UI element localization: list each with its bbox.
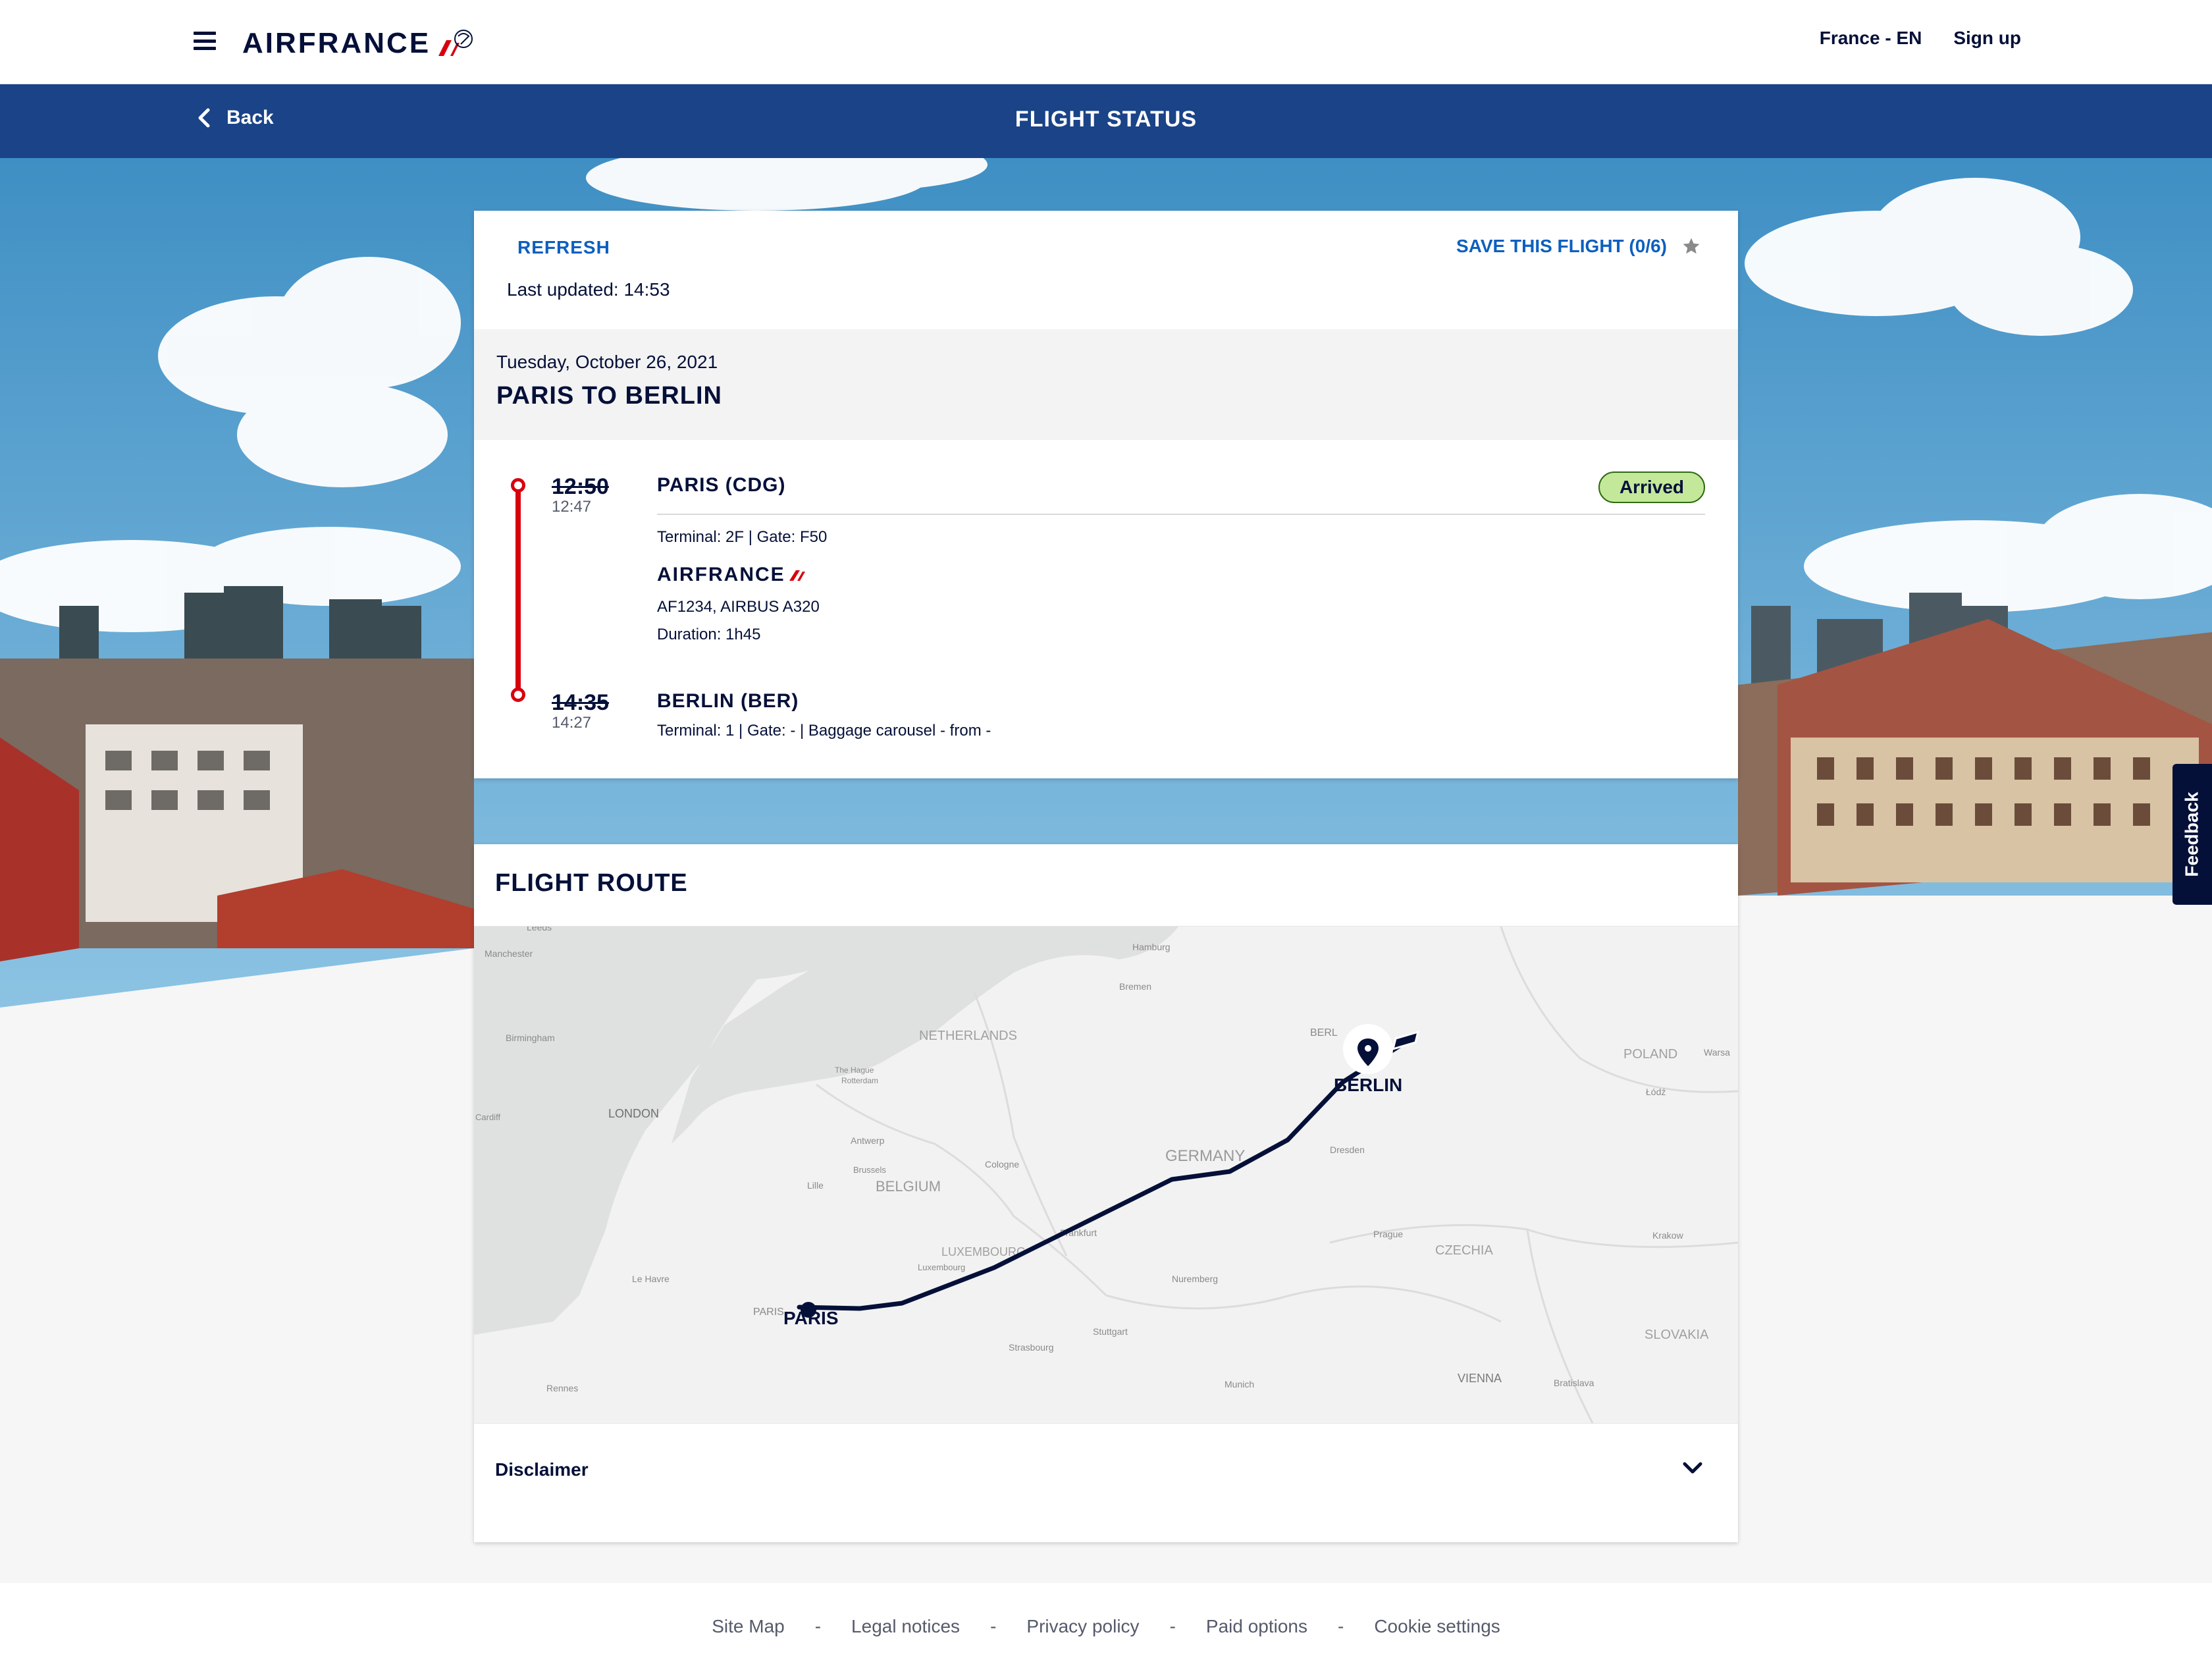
last-updated-text: Last updated: 14:53 bbox=[507, 279, 670, 300]
departure-dot bbox=[511, 478, 525, 493]
map-label: Strasbourg bbox=[1009, 1342, 1053, 1353]
map-label: VIENNA bbox=[1458, 1372, 1502, 1385]
map-label: Cologne bbox=[985, 1159, 1019, 1170]
origin-label: PARIS bbox=[783, 1308, 839, 1328]
flight-date-band: Tuesday, October 26, 2021 PARIS TO BERLI… bbox=[474, 329, 1738, 440]
logo-seahorse-icon bbox=[434, 27, 474, 60]
map-label: Hamburg bbox=[1132, 942, 1171, 952]
star-icon bbox=[1683, 238, 1700, 254]
save-flight-label: SAVE THIS FLIGHT (0/6) bbox=[1456, 236, 1667, 256]
flight-timeline bbox=[507, 478, 528, 702]
chevron-down-icon[interactable] bbox=[1681, 1457, 1704, 1479]
map-label: Warsa bbox=[1704, 1047, 1730, 1058]
airline-stripe-icon bbox=[789, 570, 805, 581]
map-label: PARIS bbox=[753, 1306, 784, 1318]
map-label: Prague bbox=[1373, 1229, 1403, 1239]
refresh-button[interactable]: REFRESH bbox=[517, 237, 610, 258]
map-label: Rotterdam bbox=[841, 1076, 878, 1085]
arrival-actual-time: 14:27 bbox=[552, 714, 592, 732]
map-label: LONDON bbox=[608, 1107, 659, 1120]
route-title: PARIS TO BERLIN bbox=[496, 382, 722, 410]
status-badge: Arrived bbox=[1598, 471, 1705, 503]
airline-logo: AIRFRANCE bbox=[657, 564, 808, 586]
timeline-line bbox=[515, 489, 521, 694]
footer-separator: - bbox=[1169, 1616, 1176, 1636]
disclaimer-toggle[interactable]: Disclaimer bbox=[495, 1459, 589, 1480]
arrival-scheduled-time: 14:35 bbox=[552, 690, 609, 715]
map-label: GERMANY bbox=[1165, 1147, 1245, 1165]
map-label: NETHERLANDS bbox=[919, 1029, 1017, 1043]
footer-link-site-map[interactable]: Site Map bbox=[712, 1616, 785, 1637]
map-label: Leeds bbox=[527, 927, 552, 932]
footer-link-cookie-settings[interactable]: Cookie settings bbox=[1374, 1616, 1500, 1637]
map-label: POLAND bbox=[1623, 1047, 1677, 1062]
page-title: FLIGHT STATUS bbox=[1014, 107, 1198, 132]
footer-separator: - bbox=[990, 1616, 997, 1636]
feedback-tab[interactable]: Feedback bbox=[2172, 764, 2212, 905]
map-label: Cardiff bbox=[475, 1112, 500, 1122]
map-label: Brussels bbox=[853, 1165, 886, 1175]
flight-route-title: FLIGHT ROUTE bbox=[495, 869, 688, 897]
map-label: Munich bbox=[1224, 1379, 1254, 1389]
airfrance-logo[interactable]: AIRFRANCE bbox=[242, 24, 474, 63]
menu-icon[interactable] bbox=[194, 32, 216, 50]
flight-status-card: REFRESH Last updated: 14:53 SAVE THIS FL… bbox=[474, 211, 1738, 778]
departure-terminal: Terminal: 2F | Gate: F50 bbox=[657, 528, 828, 546]
map-label: CZECHIA bbox=[1435, 1243, 1493, 1258]
flight-number: AF1234, AIRBUS A320 bbox=[657, 598, 820, 616]
map-label: Antwerp bbox=[851, 1135, 885, 1146]
flight-date: Tuesday, October 26, 2021 bbox=[496, 352, 718, 372]
footer-link-privacy-policy[interactable]: Privacy policy bbox=[1026, 1616, 1139, 1637]
map-label: Birmingham bbox=[506, 1033, 555, 1043]
locale-selector[interactable]: France - EN bbox=[1820, 28, 1922, 49]
page-title-bar: Back FLIGHT STATUS bbox=[0, 84, 2212, 158]
map-label: Stuttgart bbox=[1093, 1326, 1128, 1337]
footer-link-legal-notices[interactable]: Legal notices bbox=[851, 1616, 960, 1637]
map-label: Le Havre bbox=[632, 1274, 670, 1284]
arrival-terminal: Terminal: 1 | Gate: - | Baggage carousel… bbox=[657, 722, 991, 740]
signup-link[interactable]: Sign up bbox=[1953, 28, 2021, 49]
departure-city: PARIS (CDG) bbox=[657, 474, 786, 496]
map-label: Bratislava bbox=[1554, 1378, 1594, 1388]
map-label: Lille bbox=[807, 1180, 824, 1191]
flight-route-card: FLIGHT ROUTE Leeds Manchester Hamburg Br… bbox=[474, 844, 1738, 1542]
departure-scheduled-time: 12:50 bbox=[552, 474, 609, 499]
map-label: Krakow bbox=[1652, 1230, 1684, 1241]
flight-duration: Duration: 1h45 bbox=[657, 626, 761, 643]
map-label: Rennes bbox=[546, 1383, 578, 1393]
destination-label: BERLIN bbox=[1334, 1075, 1402, 1095]
top-header: AIRFRANCE France - EN Sign up bbox=[0, 0, 2212, 84]
airline-logo-text: AIRFRANCE bbox=[657, 564, 785, 585]
map-label: Dresden bbox=[1330, 1145, 1365, 1155]
map-label: Manchester bbox=[485, 948, 533, 959]
divider bbox=[657, 514, 1705, 515]
arrival-city: BERLIN (BER) bbox=[657, 690, 799, 712]
map-label: Łódź bbox=[1646, 1087, 1666, 1097]
map-label: BELGIUM bbox=[876, 1178, 941, 1195]
feedback-label: Feedback bbox=[2182, 792, 2203, 877]
route-map[interactable]: Leeds Manchester Hamburg Bremen Birmingh… bbox=[474, 926, 1738, 1424]
map-label: Bremen bbox=[1119, 981, 1151, 992]
footer-separator: - bbox=[1338, 1616, 1344, 1636]
footer-separator: - bbox=[814, 1616, 822, 1636]
arrival-dot bbox=[511, 687, 525, 702]
footer-link-paid-options[interactable]: Paid options bbox=[1206, 1616, 1307, 1637]
map-label: SLOVAKIA bbox=[1645, 1328, 1709, 1342]
map-label: Nuremberg bbox=[1172, 1274, 1218, 1284]
map-label: Luxembourg bbox=[918, 1262, 965, 1272]
logo-text: AIRFRANCE bbox=[242, 27, 431, 59]
departure-actual-time: 12:47 bbox=[552, 498, 592, 516]
map-label: BERL bbox=[1310, 1027, 1338, 1038]
save-flight-button[interactable]: SAVE THIS FLIGHT (0/6) bbox=[1456, 236, 1701, 257]
footer: Site Map - Legal notices - Privacy polic… bbox=[0, 1583, 2212, 1670]
map-label: The Hague bbox=[835, 1065, 874, 1075]
